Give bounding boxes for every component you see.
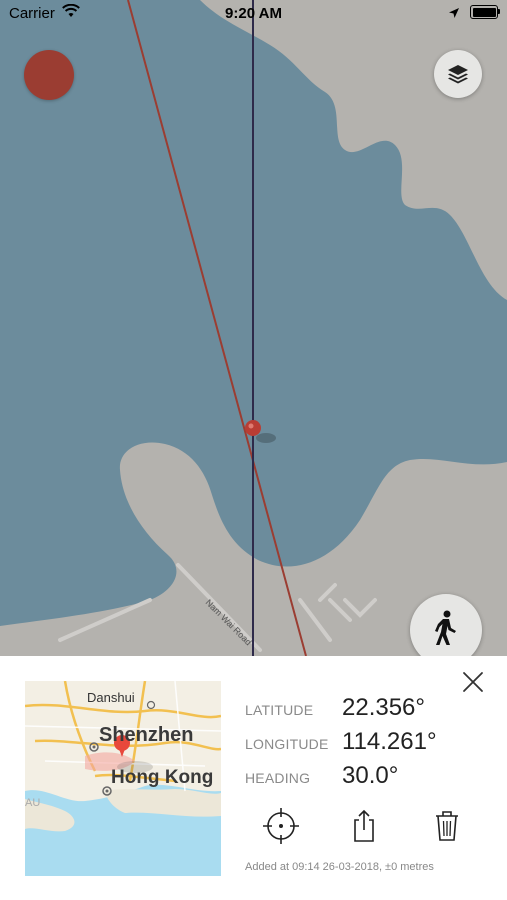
location-pin (245, 420, 261, 436)
layers-icon (448, 65, 468, 84)
map-canvas: Nam Wai Road (0, 0, 507, 656)
latitude-value: 22.356° (342, 694, 426, 721)
trash-icon (436, 811, 458, 841)
layers-button[interactable] (434, 50, 482, 98)
crosshair-icon (263, 808, 299, 844)
delete-button[interactable] (429, 808, 465, 844)
close-button[interactable] (462, 671, 484, 693)
added-timestamp: Added at 09:14 26-03-2018, ±0 metres (245, 861, 434, 873)
clock: 9:20 AM (225, 5, 282, 22)
heading-label: HEADING (245, 770, 311, 786)
status-bar: Carrier 9:20 AM (0, 0, 507, 28)
close-icon (463, 672, 483, 692)
heading-value: 30.0° (342, 762, 399, 789)
location-arrow-icon (448, 6, 460, 23)
map-thumbnail[interactable]: Danshui Shenzhen Hong Kong AU (25, 681, 221, 876)
thumbnail-label-hong-kong: Hong Kong (111, 767, 214, 788)
battery-cap (498, 9, 500, 14)
battery-icon (470, 5, 498, 19)
longitude-value: 114.261° (342, 728, 437, 755)
land-northeast (200, 0, 507, 300)
share-icon (354, 809, 374, 842)
walking-person-icon (435, 610, 456, 645)
map-view[interactable]: Nam Wai Road (0, 0, 507, 656)
pin-shadow (256, 433, 276, 443)
record-button[interactable] (24, 50, 74, 100)
share-button[interactable] (346, 808, 382, 844)
latitude-label: LATITUDE (245, 702, 314, 718)
longitude-label: LONGITUDE (245, 736, 329, 752)
thumbnail-label-danshui: Danshui (87, 690, 135, 705)
center-on-point-button[interactable] (263, 808, 299, 844)
thumbnail-label-shenzhen: Shenzhen (99, 724, 194, 746)
thumbnail-label-au: AU (25, 797, 41, 809)
